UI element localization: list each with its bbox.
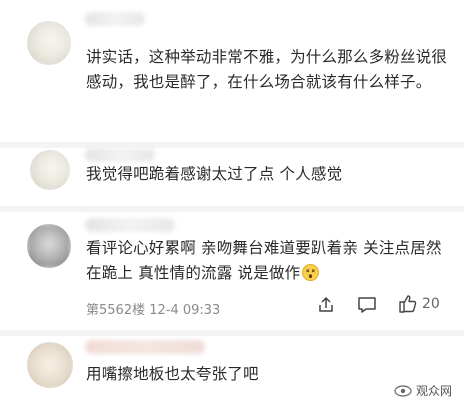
- share-button[interactable]: [316, 295, 336, 315]
- like-count: 20: [422, 296, 440, 312]
- avatar[interactable]: [27, 224, 71, 268]
- dizzy-face-emoji-icon: [302, 264, 320, 281]
- thumbs-up-icon: [399, 295, 417, 313]
- comment-meta: 第5562楼 12-4 09:33: [86, 303, 221, 318]
- watermark-text: 观众网: [415, 384, 452, 398]
- like-button[interactable]: 20: [398, 294, 440, 314]
- username-blurred[interactable]: [85, 340, 205, 354]
- avatar[interactable]: [30, 150, 70, 190]
- reply-button[interactable]: [356, 295, 378, 315]
- username-blurred[interactable]: [85, 218, 175, 232]
- share-icon: [319, 296, 333, 312]
- username-blurred[interactable]: [85, 148, 155, 162]
- comment-icon: [358, 297, 376, 313]
- username-blurred[interactable]: [85, 12, 145, 26]
- comment-text: 我觉得吧跪着感谢太过了点 个人感觉: [86, 165, 343, 183]
- watermark-logo-icon: [394, 384, 412, 397]
- watermark: 观众网: [394, 382, 452, 399]
- comment-item-3: 看评论心好累啊 亲吻舞台难道要趴着亲 关注点居然在跪上 真性情的流露 说是做作 …: [0, 212, 464, 330]
- comment-text-content: 看评论心好累啊 亲吻舞台难道要趴着亲 关注点居然在跪上 真性情的流露 说是做作: [86, 239, 442, 282]
- avatar[interactable]: [27, 342, 73, 388]
- avatar[interactable]: [27, 21, 71, 65]
- comment-item-2: 我觉得吧跪着感谢太过了点 个人感觉: [0, 148, 464, 204]
- comment-item-1: 讲实话，这种举动非常不雅，为什么那么多粉丝说很感动，我也是醉了，在什么场合就该有…: [0, 0, 464, 142]
- comment-text: 看评论心好累啊 亲吻舞台难道要趴着亲 关注点居然在跪上 真性情的流露 说是做作: [86, 236, 448, 286]
- comment-text: 讲实话，这种举动非常不雅，为什么那么多粉丝说很感动，我也是醉了，在什么场合就该有…: [86, 48, 448, 91]
